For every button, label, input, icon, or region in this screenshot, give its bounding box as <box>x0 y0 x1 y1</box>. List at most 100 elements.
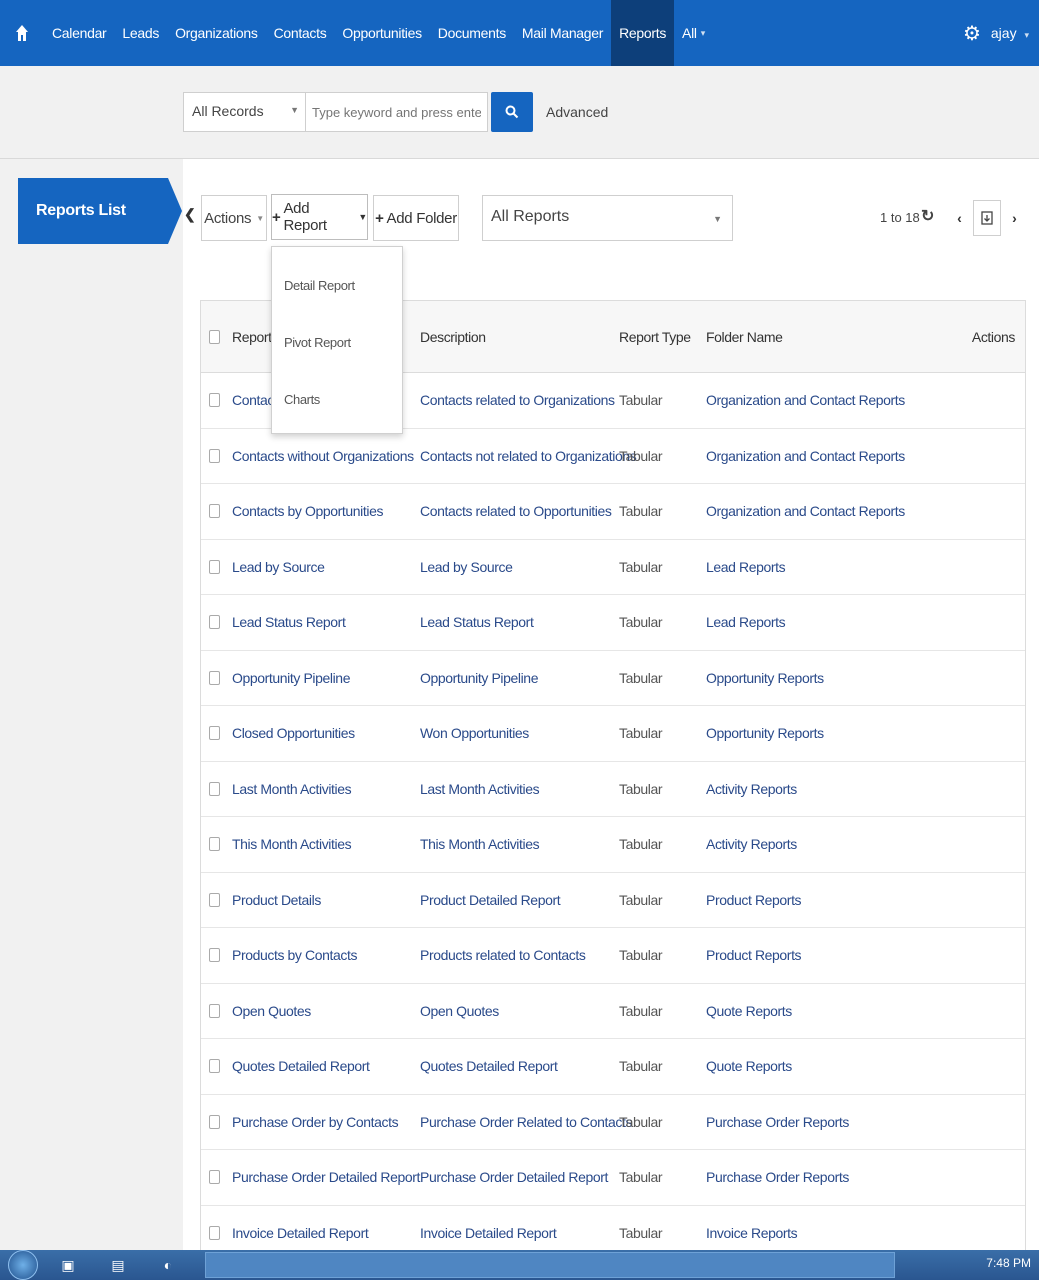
folder-name-link[interactable]: Organization and Contact Reports <box>706 484 905 539</box>
report-description-link[interactable]: Opportunity Pipeline <box>420 651 538 706</box>
row-checkbox[interactable] <box>209 484 220 539</box>
row-checkbox[interactable] <box>209 706 220 761</box>
menu-item-detail-report[interactable]: Detail Report <box>272 257 402 314</box>
folder-name-link[interactable]: Product Reports <box>706 873 802 928</box>
table-row[interactable]: Quotes Detailed Report Quotes Detailed Re… <box>201 1039 1025 1095</box>
folder-name-link[interactable]: Lead Reports <box>706 540 786 595</box>
table-row[interactable]: Lead Status Report Lead Status Report Tabu… <box>201 595 1025 651</box>
report-description-link[interactable]: Last Month Activities <box>420 762 540 817</box>
report-name-link[interactable]: Opportunity Pipeline <box>232 651 350 706</box>
add-folder-button[interactable]: + Add Folder <box>373 195 459 241</box>
nav-calendar[interactable]: Calendar <box>44 0 114 66</box>
folder-name-link[interactable]: Purchase Order Reports <box>706 1150 849 1205</box>
start-button[interactable] <box>8 1250 38 1280</box>
nav-leads[interactable]: Leads <box>114 0 167 66</box>
table-row[interactable]: Opportunity Pipeline Opportunity Pipeline… <box>201 650 1025 706</box>
row-checkbox[interactable] <box>209 1150 220 1205</box>
report-description-link[interactable]: Purchase Order Detailed Report <box>420 1150 608 1205</box>
report-name-link[interactable]: Last Month Activities <box>232 762 352 817</box>
folder-name-link[interactable]: Lead Reports <box>706 595 786 650</box>
row-checkbox[interactable] <box>209 1206 220 1251</box>
folder-name-link[interactable]: Opportunity Reports <box>706 651 824 706</box>
table-row[interactable]: Invoice Detailed Report Invoice Detailed … <box>201 1205 1025 1251</box>
report-name-link[interactable]: Quotes Detailed Report <box>232 1039 370 1094</box>
report-description-link[interactable]: Open Quotes <box>420 984 499 1039</box>
table-row[interactable]: Product Details Product Detailed Report Ta… <box>201 872 1025 928</box>
user-menu[interactable]: ajay ▾ <box>991 25 1039 41</box>
table-row[interactable]: Purchase Order Detailed Report Purchase O… <box>201 1150 1025 1206</box>
report-description-link[interactable]: Contacts not related to Organizations <box>420 429 637 484</box>
folder-name-link[interactable]: Purchase Order Reports <box>706 1095 849 1150</box>
folder-name-link[interactable]: Organization and Contact Reports <box>706 373 905 428</box>
row-checkbox[interactable] <box>209 817 220 872</box>
report-name-link[interactable]: Invoice Detailed Report <box>232 1206 369 1251</box>
menu-item-charts[interactable]: Charts <box>272 371 402 428</box>
add-report-button[interactable]: + Add Report ▼ <box>271 194 368 240</box>
table-row[interactable]: Last Month Activities Last Month Activiti… <box>201 761 1025 817</box>
nav-reports[interactable]: Reports <box>611 0 675 66</box>
folder-icon[interactable]: ▣ <box>48 1252 88 1278</box>
row-checkbox[interactable] <box>209 762 220 817</box>
folder-name-link[interactable]: Activity Reports <box>706 762 797 817</box>
records-select[interactable]: All Records ▼ <box>183 92 306 132</box>
report-name-link[interactable]: Lead Status Report <box>232 595 346 650</box>
header-report-type[interactable]: Report Type <box>619 301 691 372</box>
report-description-link[interactable]: Lead Status Report <box>420 595 534 650</box>
search-input[interactable] <box>306 92 488 132</box>
report-description-link[interactable]: Contacts related to Organizations <box>420 373 615 428</box>
export-icon[interactable] <box>973 200 1001 236</box>
explorer-icon[interactable]: ▤ <box>98 1252 138 1278</box>
report-description-link[interactable]: Products related to Contacts <box>420 928 586 983</box>
report-name-link[interactable]: Products by Contacts <box>232 928 357 983</box>
header-folder-name[interactable]: Folder Name <box>706 301 783 372</box>
advanced-search-link[interactable]: Advanced <box>546 104 608 120</box>
report-name-link[interactable]: Lead by Source <box>232 540 325 595</box>
home-icon[interactable] <box>0 0 44 66</box>
row-checkbox[interactable] <box>209 540 220 595</box>
folder-name-link[interactable]: Activity Reports <box>706 817 797 872</box>
folder-name-link[interactable]: Product Reports <box>706 928 802 983</box>
nav-documents[interactable]: Documents <box>430 0 514 66</box>
folder-filter-select[interactable]: All Reports ▼ <box>482 195 733 241</box>
nav-opportunities[interactable]: Opportunities <box>334 0 429 66</box>
row-checkbox[interactable] <box>209 651 220 706</box>
table-row[interactable]: Lead by Source Lead by Source Tabular Lead … <box>201 539 1025 595</box>
table-row[interactable]: Purchase Order by Contacts Purchase Order… <box>201 1094 1025 1150</box>
refresh-icon[interactable]: ↻ <box>921 206 934 226</box>
row-checkbox[interactable] <box>209 373 220 428</box>
row-checkbox[interactable] <box>209 928 220 983</box>
table-row[interactable]: Contacts without Organizations Contacts n… <box>201 428 1025 484</box>
folder-name-link[interactable]: Quote Reports <box>706 1039 792 1094</box>
nav-mail-manager[interactable]: Mail Manager <box>514 0 611 66</box>
table-row[interactable]: This Month Activities This Month Activiti… <box>201 817 1025 873</box>
select-all-checkbox[interactable] <box>209 301 220 372</box>
report-description-link[interactable]: This Month Activities <box>420 817 540 872</box>
row-checkbox[interactable] <box>209 984 220 1039</box>
report-name-link[interactable]: Purchase Order Detailed Report <box>232 1150 420 1205</box>
folder-name-link[interactable]: Invoice Reports <box>706 1206 798 1251</box>
chevron-left-icon[interactable]: ❮ <box>184 206 196 223</box>
table-row[interactable]: Closed Opportunities Won Opportunities Tab… <box>201 706 1025 762</box>
nav-all[interactable]: All ▾ <box>674 0 713 66</box>
sidebar-item-reports-list[interactable]: Reports List <box>18 178 182 244</box>
report-name-link[interactable]: Product Details <box>232 873 321 928</box>
report-description-link[interactable]: Quotes Detailed Report <box>420 1039 558 1094</box>
nav-organizations[interactable]: Organizations <box>167 0 265 66</box>
report-name-link[interactable]: Contacts without Organizations <box>232 429 414 484</box>
report-description-link[interactable]: Product Detailed Report <box>420 873 561 928</box>
gear-icon[interactable]: ⚙ <box>953 21 991 46</box>
header-description[interactable]: Description <box>420 301 486 372</box>
row-checkbox[interactable] <box>209 1039 220 1094</box>
chevron-right-icon[interactable]: › <box>1001 200 1028 236</box>
report-description-link[interactable]: Contacts related to Opportunities <box>420 484 612 539</box>
report-description-link[interactable]: Purchase Order Related to Contacts <box>420 1095 632 1150</box>
browser-icon[interactable]: ◐ <box>148 1252 188 1278</box>
folder-name-link[interactable]: Opportunity Reports <box>706 706 824 761</box>
report-name-link[interactable]: Purchase Order by Contacts <box>232 1095 399 1150</box>
table-row[interactable]: Products by Contacts Products related to … <box>201 928 1025 984</box>
report-name-link[interactable]: Contacts by Opportunities <box>232 484 383 539</box>
report-description-link[interactable]: Invoice Detailed Report <box>420 1206 557 1251</box>
row-checkbox[interactable] <box>209 595 220 650</box>
nav-contacts[interactable]: Contacts <box>266 0 335 66</box>
actions-button[interactable]: Actions ▼ <box>201 195 267 241</box>
